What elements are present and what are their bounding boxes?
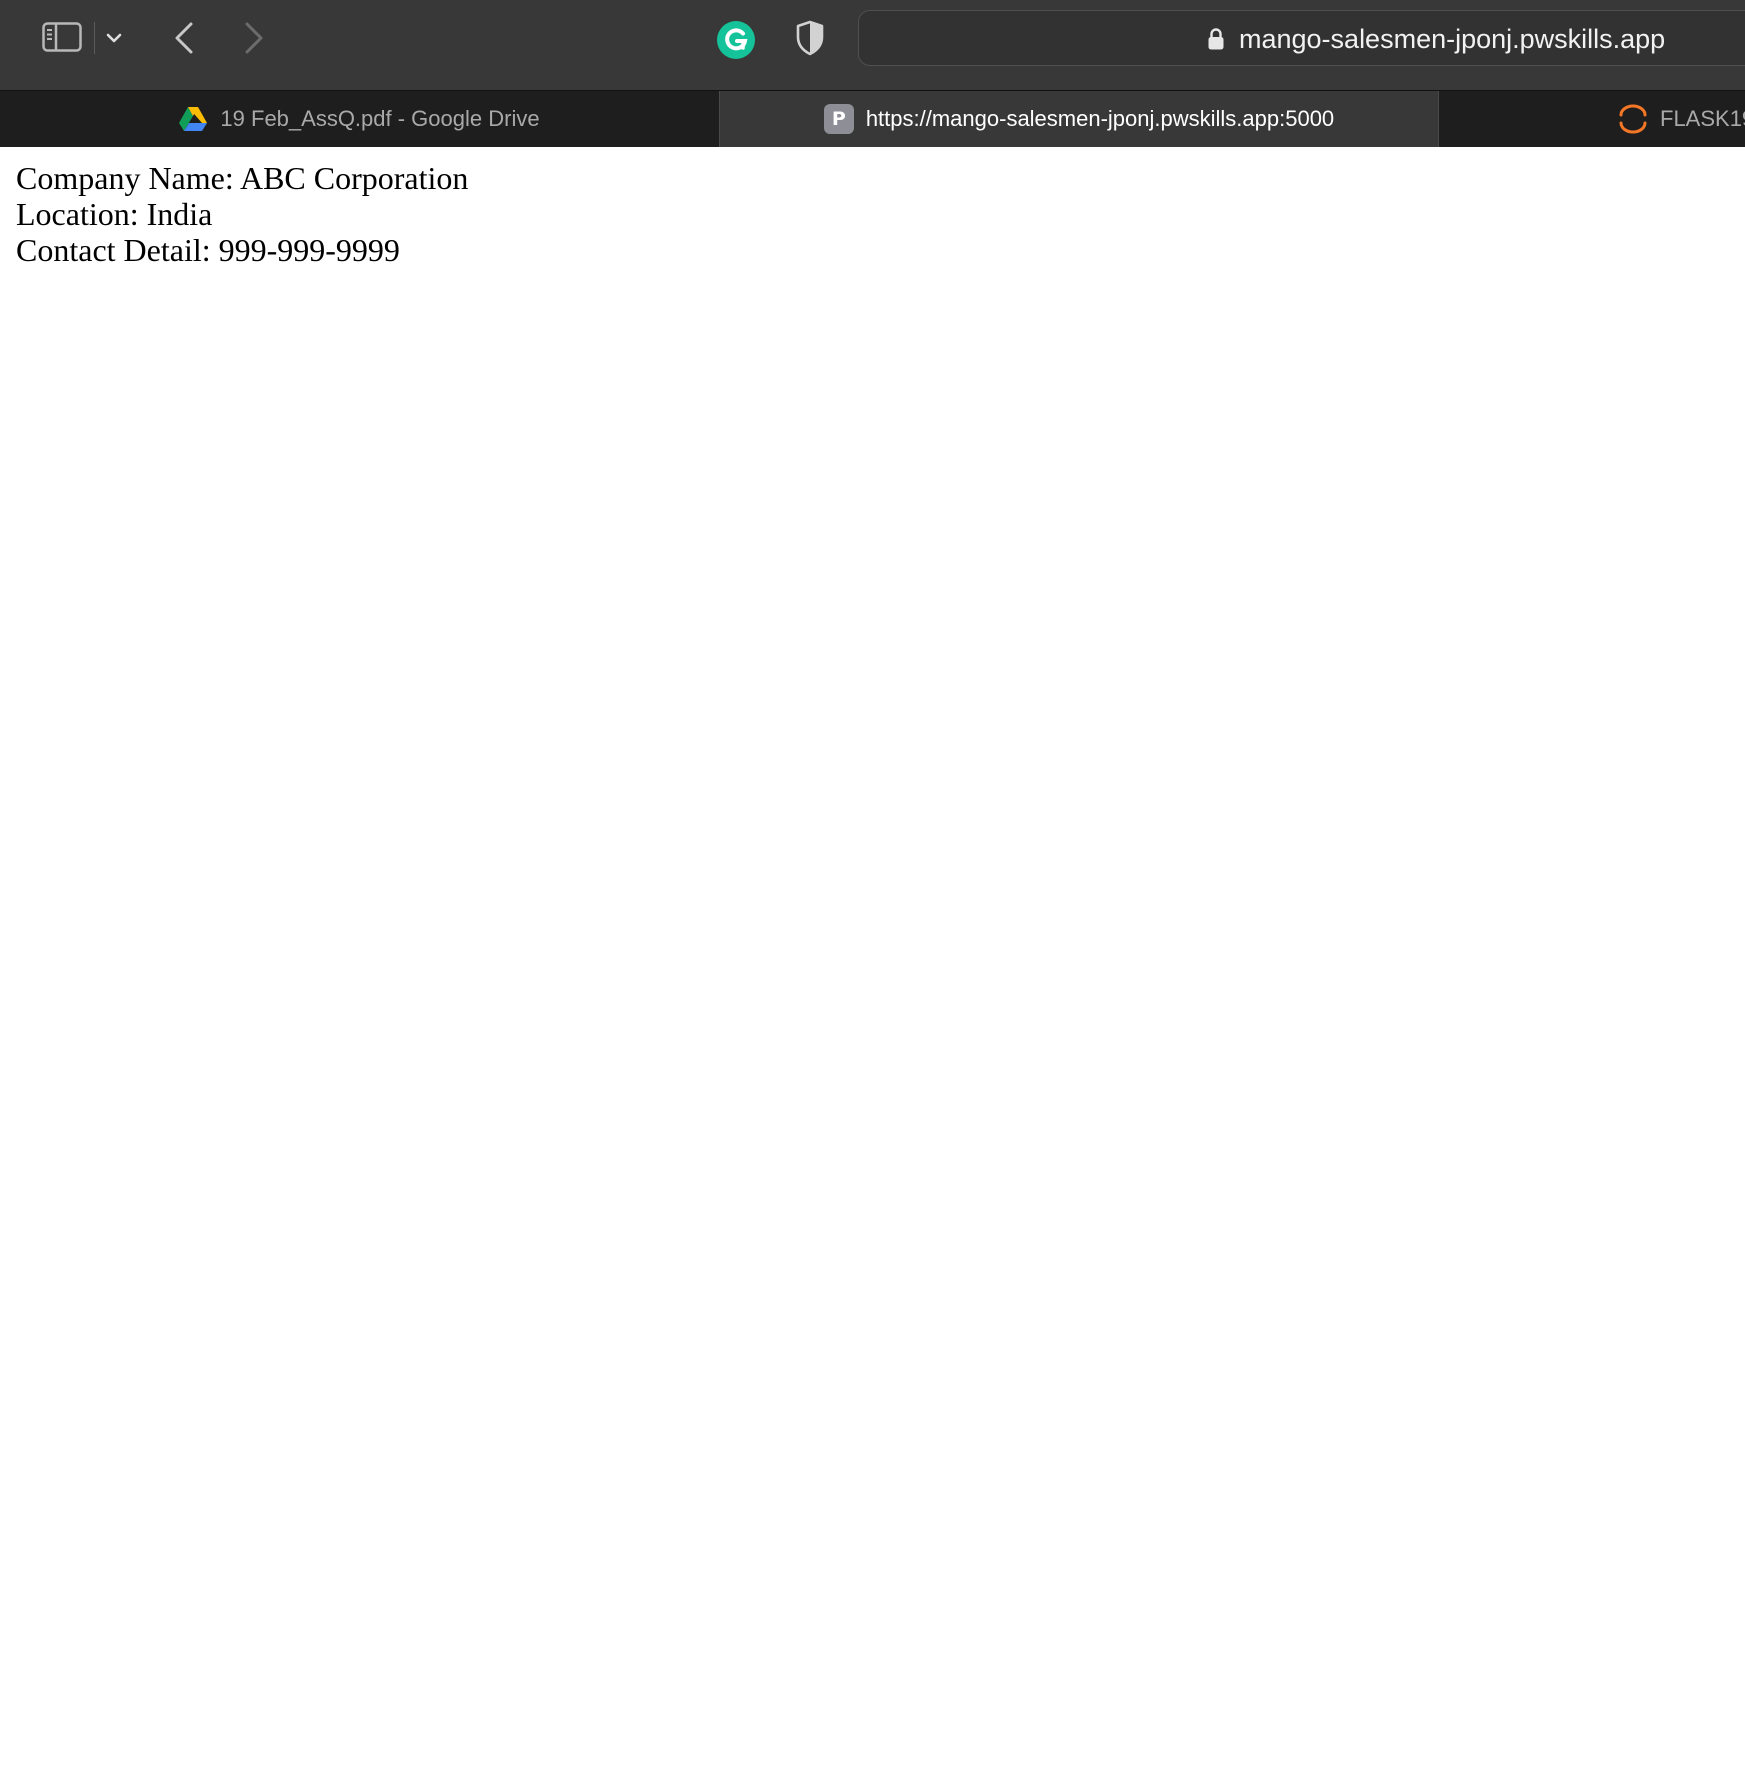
company-info: Company Name: ABC Corporation Location: … — [16, 160, 468, 268]
back-button[interactable] — [166, 18, 202, 58]
tab-title: https://mango-salesmen-jponj.pwskills.ap… — [865, 106, 1335, 131]
grammarly-extension-button[interactable] — [714, 18, 758, 62]
sidebar-icon — [42, 22, 82, 52]
tab-bar: 19 Feb_AssQ.pdf - Google Drive P https:/… — [0, 90, 1745, 147]
tab-title: 19 Feb_AssQ.pdf - Google Drive — [220, 106, 540, 131]
location-line: Location: India — [16, 196, 213, 232]
tab-jupyter[interactable]: FLASK19 — [1440, 91, 1745, 147]
browser-toolbar: mango-salesmen-jponj.pwskills.app — [0, 0, 1745, 90]
tab-google-drive[interactable]: 19 Feb_AssQ.pdf - Google Drive — [0, 91, 718, 147]
tab-title: FLASK19 — [1660, 106, 1745, 131]
toolbar-divider — [94, 22, 95, 54]
tab-active-page[interactable]: P https://mango-salesmen-jponj.pwskills.… — [719, 91, 1439, 147]
shield-icon — [796, 20, 824, 56]
company-name-line: Company Name: ABC Corporation — [16, 160, 469, 196]
back-icon — [175, 22, 193, 54]
p-icon: P — [823, 104, 854, 134]
sidebar-toggle-button[interactable] — [38, 18, 86, 56]
google-drive-icon — [178, 104, 208, 134]
address-url: mango-salesmen-jponj.pwskills.app — [1239, 24, 1666, 54]
chevron-down-icon — [106, 33, 122, 43]
forward-button[interactable] — [236, 18, 272, 58]
lock-icon — [1208, 28, 1224, 50]
jupyter-icon — [1618, 104, 1648, 134]
page-content: Company Name: ABC Corporation Location: … — [0, 147, 1745, 1786]
privacy-report-button[interactable] — [790, 17, 830, 59]
p-favicon-letter: P — [823, 104, 854, 134]
address-bar[interactable]: mango-salesmen-jponj.pwskills.app — [858, 10, 1745, 66]
tab-group-menu-button[interactable] — [98, 22, 130, 54]
contact-detail-line: Contact Detail: 999-999-9999 — [16, 232, 400, 268]
grammarly-icon — [717, 21, 755, 59]
forward-icon — [245, 22, 263, 54]
